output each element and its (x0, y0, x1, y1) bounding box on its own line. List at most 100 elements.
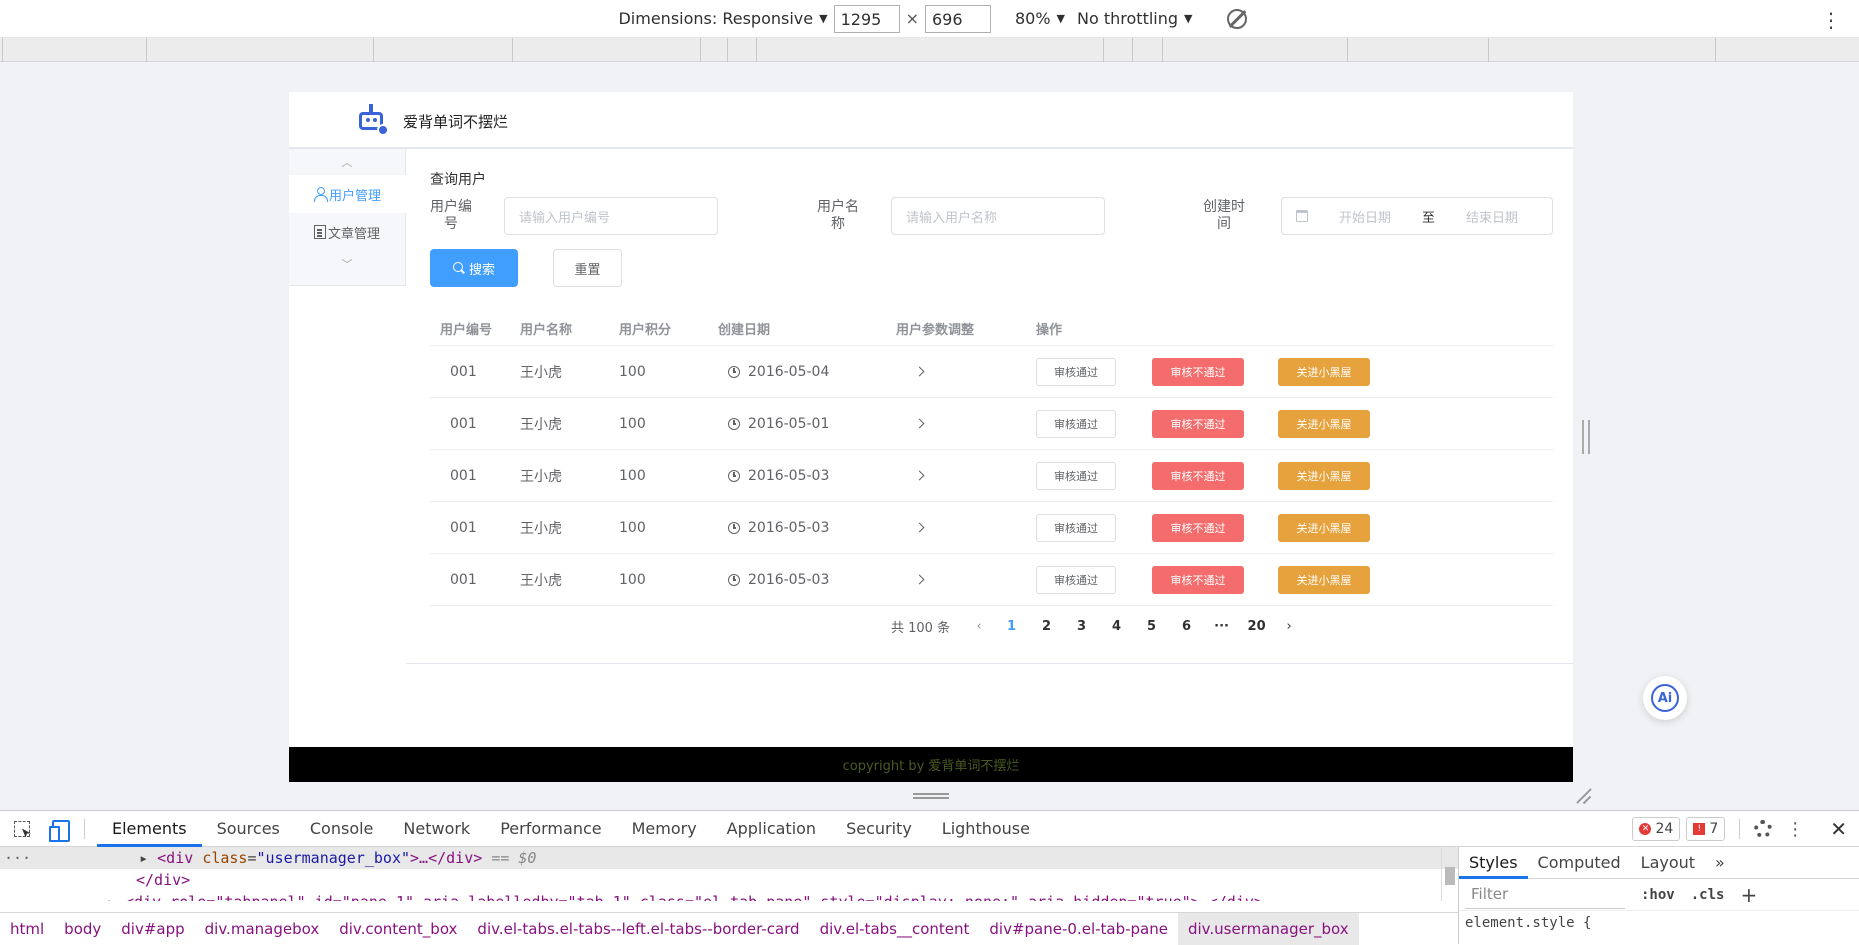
date-range-picker[interactable]: 开始日期 至 结束日期 (1281, 197, 1553, 235)
brand-name: 爱背单词不摆烂 (403, 113, 509, 131)
tab-layout[interactable]: Layout (1631, 847, 1705, 879)
page-number[interactable]: 4 (1099, 619, 1134, 634)
devtools-tab-memory[interactable]: Memory (617, 811, 712, 847)
reject-button[interactable]: 审核不通过 (1152, 461, 1244, 490)
search-button[interactable]: 搜索 (430, 249, 518, 287)
page-number[interactable]: 5 (1134, 619, 1169, 634)
user-id-input[interactable]: 请输入用户编号 (504, 197, 718, 235)
reject-button[interactable]: 审核不通过 (1152, 409, 1244, 438)
devtools-tab-network[interactable]: Network (388, 811, 485, 847)
breadcrumb-item[interactable]: div.content_box (329, 913, 467, 945)
devtools-tab-elements[interactable]: Elements (97, 811, 202, 847)
page-number[interactable]: 20 (1239, 619, 1274, 634)
settings-gear-icon[interactable] (1754, 820, 1773, 838)
breadcrumb-item[interactable]: div#app (111, 913, 194, 945)
chevron-right-icon[interactable] (914, 574, 925, 585)
approve-button[interactable]: 审核通过 (1036, 565, 1116, 594)
resize-handle-bottom[interactable] (913, 793, 949, 799)
styles-filter-input[interactable]: Filter (1465, 880, 1625, 909)
breadcrumb-item[interactable]: div.managebox (195, 913, 330, 945)
chevron-right-icon[interactable] (914, 522, 925, 533)
blacklist-button[interactable]: 关进小黑屋 (1278, 513, 1370, 542)
tab-computed[interactable]: Computed (1528, 847, 1631, 879)
devtools-tab-lighthouse[interactable]: Lighthouse (927, 811, 1045, 847)
more-options-icon[interactable]: ⋮ (1778, 819, 1812, 840)
user-name-input[interactable]: 请输入用户名称 (891, 197, 1105, 235)
sidebar-item-user-management[interactable]: 用户管理 (289, 175, 406, 213)
reject-button[interactable]: 审核不通过 (1152, 565, 1244, 594)
resize-handle-right[interactable] (1582, 420, 1590, 454)
page-number[interactable]: 1 (994, 619, 1029, 634)
next-page-icon[interactable]: › (1274, 619, 1304, 634)
ai-assistant-button[interactable]: Ai (1643, 676, 1687, 720)
device-toggle-icon[interactable] (40, 811, 76, 847)
close-icon[interactable]: ✕ (1818, 817, 1859, 841)
devtools-tab-performance[interactable]: Performance (485, 811, 616, 847)
prev-page-icon[interactable]: ‹ (964, 619, 994, 634)
inspect-element-icon[interactable] (4, 811, 40, 847)
height-input[interactable]: 696 (924, 4, 991, 33)
breadcrumb-item[interactable]: body (54, 913, 111, 945)
reject-button[interactable]: 审核不通过 (1152, 513, 1244, 542)
dimensions-dropdown[interactable]: Dimensions: Responsive ▼ (618, 9, 827, 28)
cell-user-name: 王小虎 (520, 520, 562, 537)
page-footer: copyright by 爱背单词不摆烂 (289, 747, 1573, 782)
throttling-dropdown[interactable]: No throttling ▼ (1077, 9, 1192, 28)
cell-param-adjust[interactable] (886, 364, 1026, 379)
devtools-tab-sources[interactable]: Sources (202, 811, 295, 847)
breadcrumb-item[interactable]: div.el-tabs.el-tabs--left.el-tabs--borde… (467, 913, 809, 945)
cell-param-adjust[interactable] (886, 572, 1026, 587)
approve-button[interactable]: 审核通过 (1036, 513, 1116, 542)
sidebar-item-article-management[interactable]: 文章管理 (289, 213, 405, 251)
width-input[interactable]: 1295 (833, 4, 900, 33)
chevron-right-icon[interactable] (914, 470, 925, 481)
blacklist-button[interactable]: 关进小黑屋 (1278, 565, 1370, 594)
devtools-tab-security[interactable]: Security (831, 811, 927, 847)
page-number[interactable]: 6 (1169, 619, 1204, 634)
approve-button[interactable]: 审核通过 (1036, 357, 1116, 386)
reset-button[interactable]: 重置 (553, 249, 622, 287)
chevron-down-icon[interactable]: ﹀ (289, 251, 405, 277)
cell-param-adjust[interactable] (886, 416, 1026, 431)
page-number[interactable]: ··· (1204, 619, 1239, 634)
end-date-input[interactable]: 结束日期 (1466, 207, 1518, 226)
add-rule-icon[interactable]: + (1740, 883, 1757, 907)
tab-styles[interactable]: Styles (1459, 847, 1528, 879)
user-name-label: 用户名称 (817, 199, 859, 232)
zoom-dropdown[interactable]: 80% ▼ (1015, 9, 1065, 28)
cell-param-adjust[interactable] (886, 468, 1026, 483)
hover-state-toggle[interactable]: :hov (1641, 887, 1675, 903)
cell-param-adjust[interactable] (886, 520, 1026, 535)
chevron-right-icon[interactable] (914, 366, 925, 377)
more-options-icon[interactable]: ⋮ (1821, 8, 1841, 32)
blacklist-button[interactable]: 关进小黑屋 (1278, 461, 1370, 490)
breadcrumb-item[interactable]: html (0, 913, 54, 945)
error-count-badge[interactable]: ✕ 24 (1632, 817, 1681, 841)
dom-node[interactable]: ▸ <div role="tabpanel" id="pane-1" aria-… (0, 891, 1458, 901)
start-date-input[interactable]: 开始日期 (1339, 207, 1391, 226)
approve-button[interactable]: 审核通过 (1036, 409, 1116, 438)
page-number[interactable]: 3 (1064, 619, 1099, 634)
chevron-up-icon[interactable]: ︿ (289, 149, 405, 175)
chevron-right-icon[interactable] (914, 418, 925, 429)
blacklist-button[interactable]: 关进小黑屋 (1278, 409, 1370, 438)
rotate-icon[interactable] (1226, 8, 1247, 29)
dom-scrollbar[interactable] (1441, 847, 1457, 901)
approve-button[interactable]: 审核通过 (1036, 461, 1116, 490)
table-row: 001 王小虎 100 2016-05-03 审核通过 审核不通过 关进小黑屋 (430, 554, 1553, 606)
blacklist-button[interactable]: 关进小黑屋 (1278, 357, 1370, 386)
page-number[interactable]: 2 (1029, 619, 1064, 634)
resize-handle-corner[interactable] (1576, 788, 1592, 804)
devtools-tab-application[interactable]: Application (712, 811, 831, 847)
class-toggle[interactable]: .cls (1691, 887, 1725, 903)
more-tabs-icon[interactable]: » (1705, 847, 1735, 879)
issues-count-badge[interactable]: ! 7 (1686, 817, 1726, 841)
reject-button[interactable]: 审核不通过 (1152, 357, 1244, 386)
dom-node[interactable]: </div> (0, 869, 1458, 891)
devtools-tab-console[interactable]: Console (295, 811, 389, 847)
dom-node-selected[interactable]: ··· ▸ <div class="usermanager_box">…</di… (0, 847, 1458, 869)
breadcrumb-item[interactable]: div#pane-0.el-tab-pane (979, 913, 1178, 945)
zoom-label: 80% (1014, 9, 1051, 28)
breadcrumb-item[interactable]: div.usermanager_box (1177, 912, 1359, 945)
breadcrumb-item[interactable]: div.el-tabs__content (810, 913, 980, 945)
